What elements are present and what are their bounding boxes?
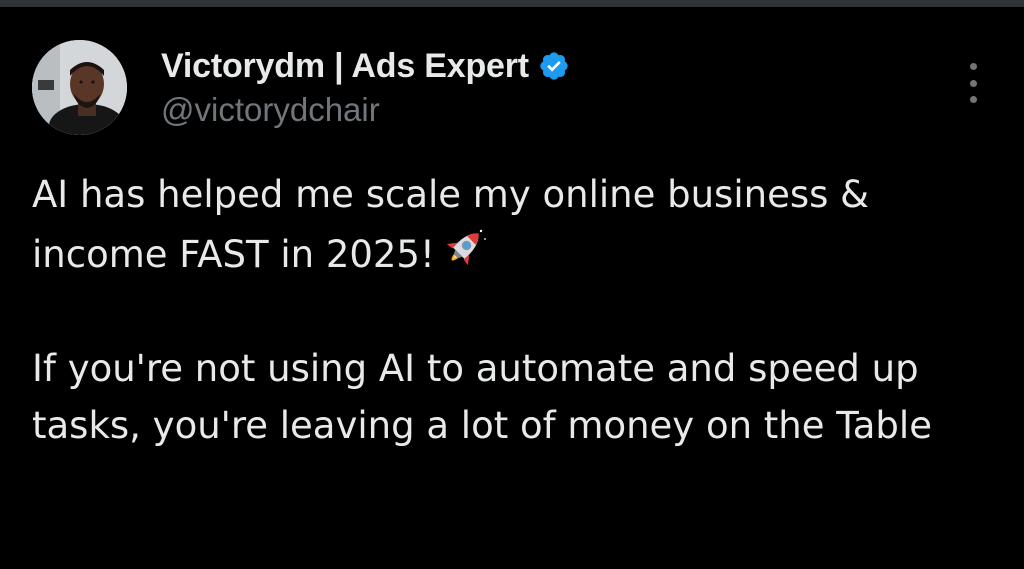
avatar-photo bbox=[32, 40, 127, 135]
verified-badge-icon[interactable] bbox=[538, 50, 570, 82]
more-dot bbox=[969, 63, 977, 70]
author-name-row: Victorydm | Ads Expert bbox=[161, 43, 570, 89]
tweet-text: AI has helped me scale my online busines… bbox=[32, 166, 992, 454]
author-handle[interactable]: @victorydchair bbox=[161, 91, 380, 129]
avatar[interactable] bbox=[32, 40, 127, 135]
tweet-paragraph: AI has helped me scale my online busines… bbox=[32, 166, 992, 283]
top-divider bbox=[0, 0, 1024, 7]
tweet-paragraph: If you're not using AI to automate and s… bbox=[32, 347, 932, 447]
more-options-icon[interactable] bbox=[960, 63, 986, 103]
author-display-name[interactable]: Victorydm | Ads Expert bbox=[161, 47, 529, 86]
more-dot bbox=[969, 79, 977, 87]
tweet-card: Victorydm | Ads Expert @victorydchair AI… bbox=[0, 7, 1024, 569]
more-dot bbox=[969, 96, 977, 103]
rocket-icon bbox=[437, 223, 489, 275]
